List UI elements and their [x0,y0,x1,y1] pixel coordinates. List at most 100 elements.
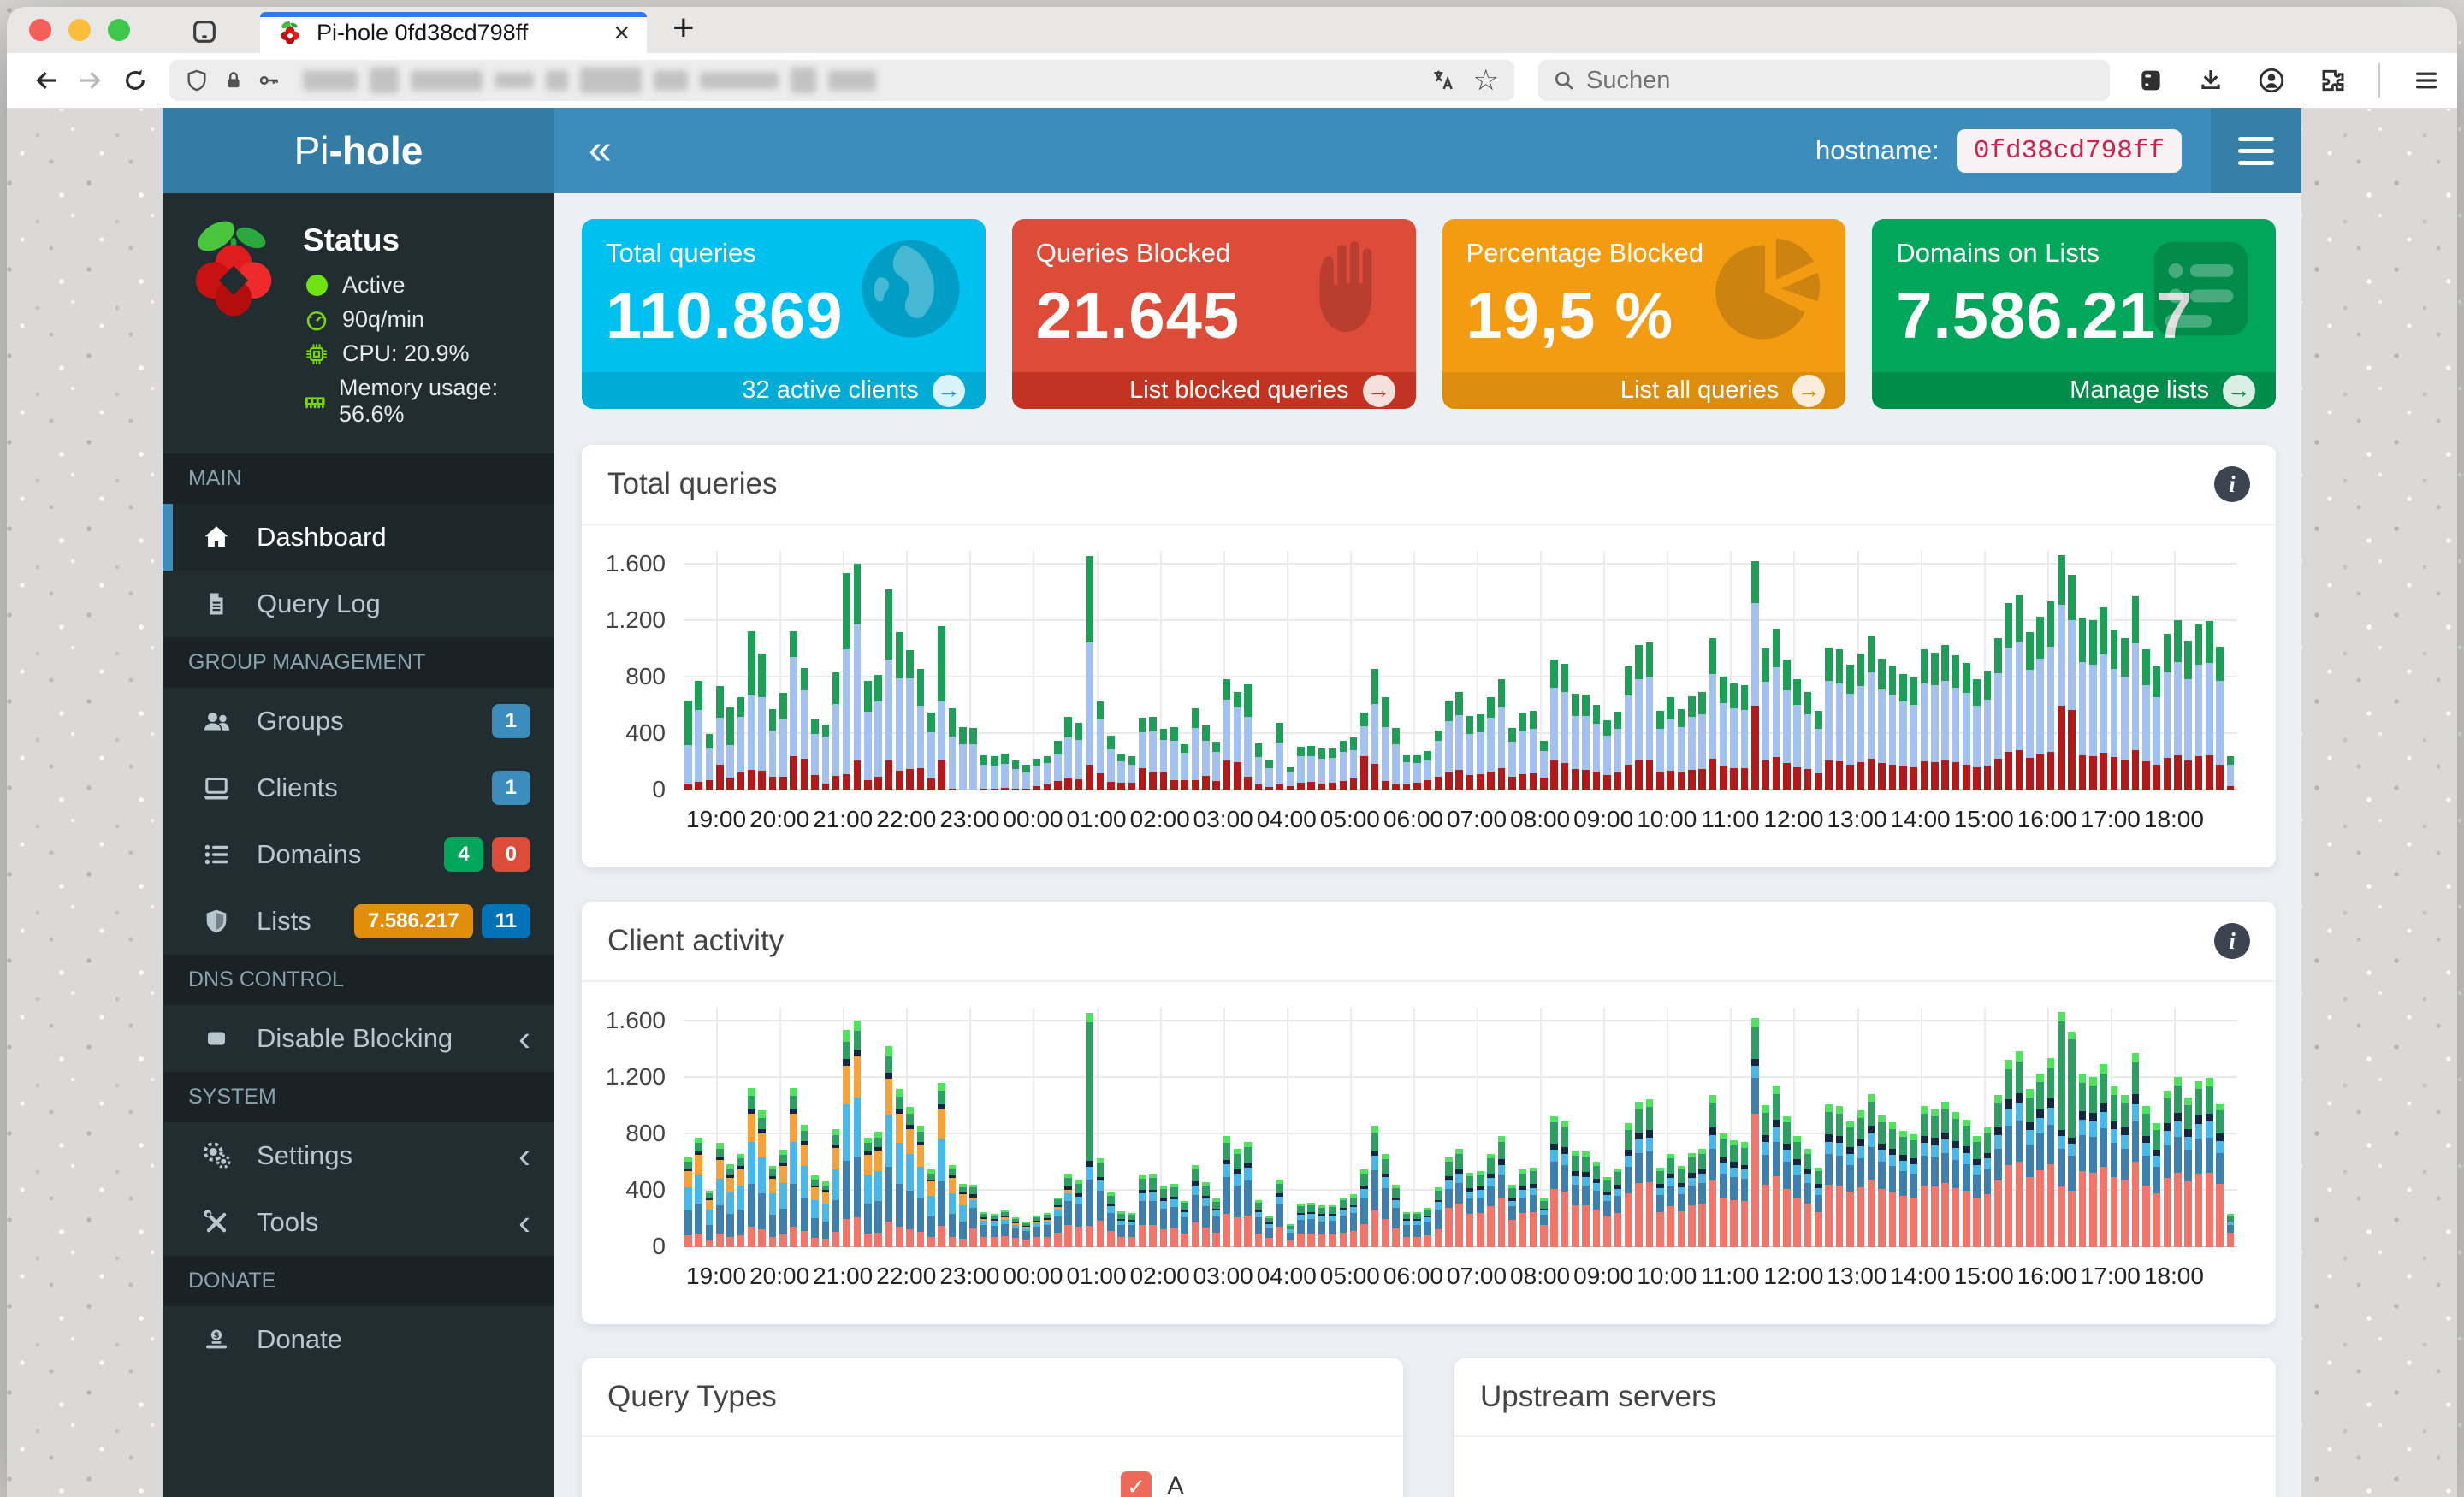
legend-checkbox[interactable]: ✓ [1121,1471,1152,1497]
tab-favicon-pihole [277,20,303,45]
key-permission-icon[interactable] [257,68,281,92]
sidebar-item-dashboard[interactable]: Dashboard [163,504,554,571]
pihole-header: Pi -hole « hostname: 0fd38cd798ff [163,108,2301,193]
sidebar-item-domains[interactable]: Domains 4 0 [163,821,554,888]
stacked-bar [1022,1222,1030,1247]
sidebar-item-query-log[interactable]: Query Log [163,571,554,637]
stacked-bar [1994,1095,2002,1247]
stacked-bar [2058,554,2065,790]
zoom-window-button[interactable] [108,19,130,41]
account-icon[interactable] [2257,66,2286,95]
browser-tab[interactable]: Pi-hole 0fd38cd798ff × [260,12,647,53]
stacked-bar [811,1175,819,1247]
x-axis-label: 01:00 [1066,806,1127,832]
stacked-bar [1973,1135,1981,1247]
stacked-bar [1191,1164,1199,1247]
downloads-icon[interactable] [2197,67,2224,94]
stacked-bar [2173,1076,2182,1247]
stacked-bar [2078,1074,2087,1247]
url-bar[interactable]: ☆ [169,60,1514,101]
translate-icon[interactable] [1430,68,1456,93]
x-axis-label: 19:00 [685,806,747,832]
stacked-bar [1381,1154,1389,1247]
search-bar[interactable]: Suchen [1538,60,2110,101]
card-footer-link[interactable]: 32 active clients → [582,372,986,409]
card-footer-label: List blocked queries [1129,376,1349,404]
sidebar-item-tools[interactable]: Tools ‹ [163,1189,554,1256]
tab-manager-icon[interactable] [2137,67,2165,94]
client-activity-chart[interactable]: 19:00 20:00 21:00 22:00 23:00 00:00 01:00 02:00… [606,1007,2237,1289]
stacked-bar [1910,677,1917,790]
tab-close-icon[interactable]: × [613,19,630,46]
x-axis-label: 11:00 [1701,806,1760,832]
stacked-bar [1878,1115,1886,1247]
stacked-bar [938,1083,945,1247]
stacked-bar [2068,575,2076,790]
stacked-bar [1001,754,1010,790]
stacked-bar [885,1046,893,1247]
window-controls [29,7,130,53]
stacked-bar [1424,750,1431,790]
shield-icon[interactable] [185,68,209,92]
lock-icon[interactable] [222,69,245,92]
minimize-window-button[interactable] [68,19,91,41]
card-footer-link[interactable]: Manage lists → [1872,372,2276,409]
sidebar-item-disable-blocking[interactable]: Disable Blocking ‹ [163,1005,554,1072]
stacked-bar [1434,731,1442,790]
gridline-vertical [1286,1008,1288,1247]
stacked-bar [991,1213,998,1247]
stacked-bar [748,1087,755,1247]
stacked-bar [1413,1211,1421,1247]
stacked-bar [800,667,808,790]
stacked-bar [1508,1184,1516,1247]
stacked-bar [1751,561,1759,790]
laptop-icon [200,772,233,803]
bookmark-star-icon[interactable]: ☆ [1473,63,1499,98]
stacked-bar [758,1110,767,1247]
stacked-bar [2216,1104,2224,1247]
stacked-bar [1772,629,1780,790]
sidebar-item-label: Groups [257,706,344,736]
sidebar-item-settings[interactable]: Settings ‹ [163,1122,554,1189]
stacked-bar [1477,1171,1484,1247]
x-axis-label: 13:00 [1827,806,1887,832]
stacked-bar [1667,697,1674,790]
info-icon[interactable]: i [2214,466,2250,502]
x-axis-label: 13:00 [1827,1263,1887,1289]
sidebar-item-clients[interactable]: Clients 1 [163,754,554,821]
sidebar-item-donate[interactable]: $ Donate [163,1306,554,1373]
stacked-bar [2205,1078,2213,1247]
info-icon[interactable]: i [2214,923,2250,959]
card-footer-link[interactable]: List all queries → [1442,372,1846,409]
x-axis-label: 14:00 [1890,806,1951,832]
card-footer-link[interactable]: List blocked queries → [1011,372,1416,409]
stacked-bar [1181,1200,1188,1247]
extensions-icon[interactable] [2319,67,2346,94]
x-axis-label: 07:00 [1446,1263,1507,1289]
sidebar-collapse-icon[interactable]: « [589,130,612,171]
chevron-left-icon: ‹ [518,1135,530,1175]
sidebar-item-lists[interactable]: Lists 7.586.217 11 [163,888,554,955]
stacked-bar [1920,1106,1928,1247]
stacked-bar [1772,1086,1780,1247]
pihole-logo[interactable]: Pi -hole [163,108,554,193]
stacked-bar [1128,1212,1136,1247]
total-queries-chart[interactable]: 19:00 20:00 21:00 22:00 23:00 00:00 01:00 02:00… [606,550,2237,832]
sidebar-section-system: SYSTEM [163,1072,554,1122]
back-icon[interactable] [24,67,68,94]
x-axis-label: 05:00 [1319,1263,1380,1289]
stacked-bar [927,713,935,790]
stacked-bar [2131,1052,2140,1247]
sidebar-item-groups[interactable]: Groups 1 [163,688,554,754]
stacked-bar [969,1184,977,1247]
x-axis-label: 05:00 [1319,806,1380,832]
stacked-bar [1276,722,1284,790]
stacked-bar [832,672,840,790]
firefox-view-icon[interactable] [190,17,219,46]
new-tab-button[interactable]: + [672,7,695,50]
header-menu-button[interactable] [2211,108,2301,193]
close-window-button[interactable] [29,19,51,41]
reload-icon[interactable] [113,67,157,94]
forward-icon[interactable] [68,67,113,94]
menu-icon[interactable] [2413,67,2440,94]
